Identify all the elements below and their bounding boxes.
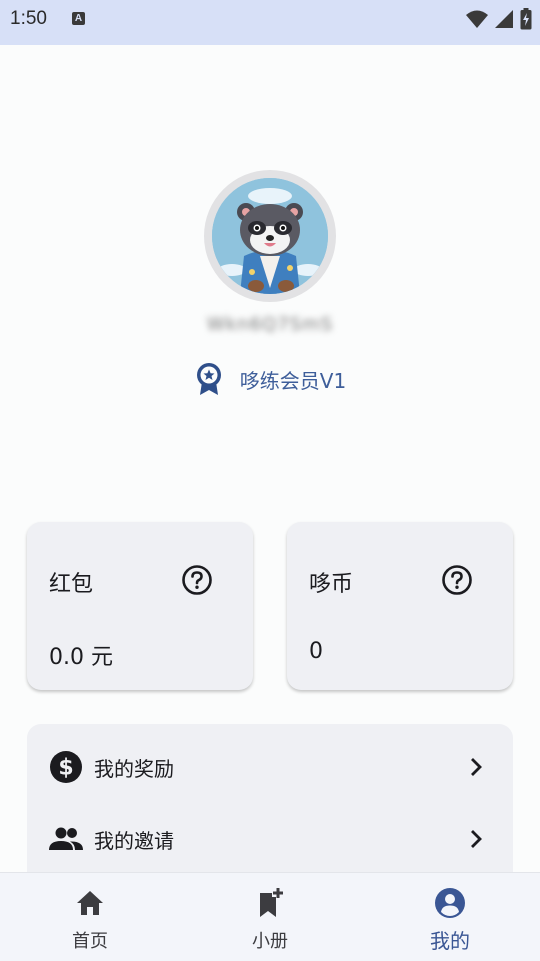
coin-card[interactable]: 哆币 0: [287, 522, 513, 690]
membership-label: 哆练会员V1: [239, 368, 347, 393]
red-packet-card[interactable]: 红包 0.0 元: [27, 522, 253, 690]
username: Wkn6Q7SmS: [206, 314, 334, 335]
menu-item-rewards[interactable]: $ 我的奖励: [27, 736, 513, 796]
dollar-circle-icon: $: [50, 751, 82, 783]
a-letter-icon: A: [72, 12, 85, 25]
nav-label: 我的: [430, 929, 470, 953]
nav-label: 小册: [252, 931, 288, 952]
chevron-right-icon: [471, 758, 482, 776]
help-circle-icon[interactable]: [181, 564, 213, 596]
nav-label: 首页: [72, 931, 108, 952]
status-time: 1:50: [10, 8, 47, 29]
wifi-icon: [466, 10, 488, 28]
status-bar: 1:50 A: [0, 0, 540, 45]
card-title: 哆币: [309, 572, 354, 597]
cellular-signal-icon: [495, 10, 513, 28]
people-icon: [49, 827, 83, 850]
account-circle-icon: [435, 888, 465, 918]
membership-row[interactable]: 哆练会员V1: [0, 362, 540, 396]
award-badge-icon: [196, 363, 221, 395]
home-icon: [77, 891, 103, 915]
help-circle-icon[interactable]: [441, 564, 473, 596]
chevron-right-icon: [471, 830, 482, 848]
battery-charging-icon: [520, 8, 532, 30]
card-value: 0.0 元: [49, 645, 113, 670]
status-icons: [466, 8, 532, 30]
avatar[interactable]: [204, 170, 336, 302]
bottom-nav: 首页 小册 我的: [0, 872, 540, 961]
svg-text:$: $: [58, 756, 73, 781]
bookmark-add-icon: [260, 888, 283, 917]
card-title: 红包: [49, 572, 94, 597]
nav-booklet[interactable]: 小册: [180, 873, 360, 961]
menu-label: 我的奖励: [94, 757, 174, 781]
nav-home[interactable]: 首页: [0, 873, 180, 961]
nav-mine[interactable]: 我的: [360, 873, 540, 961]
card-value: 0: [309, 639, 323, 664]
menu-item-invitations[interactable]: 我的邀请: [27, 808, 513, 868]
pixel-art-raccoon-avatar: [212, 178, 328, 294]
menu-label: 我的邀请: [94, 829, 174, 853]
